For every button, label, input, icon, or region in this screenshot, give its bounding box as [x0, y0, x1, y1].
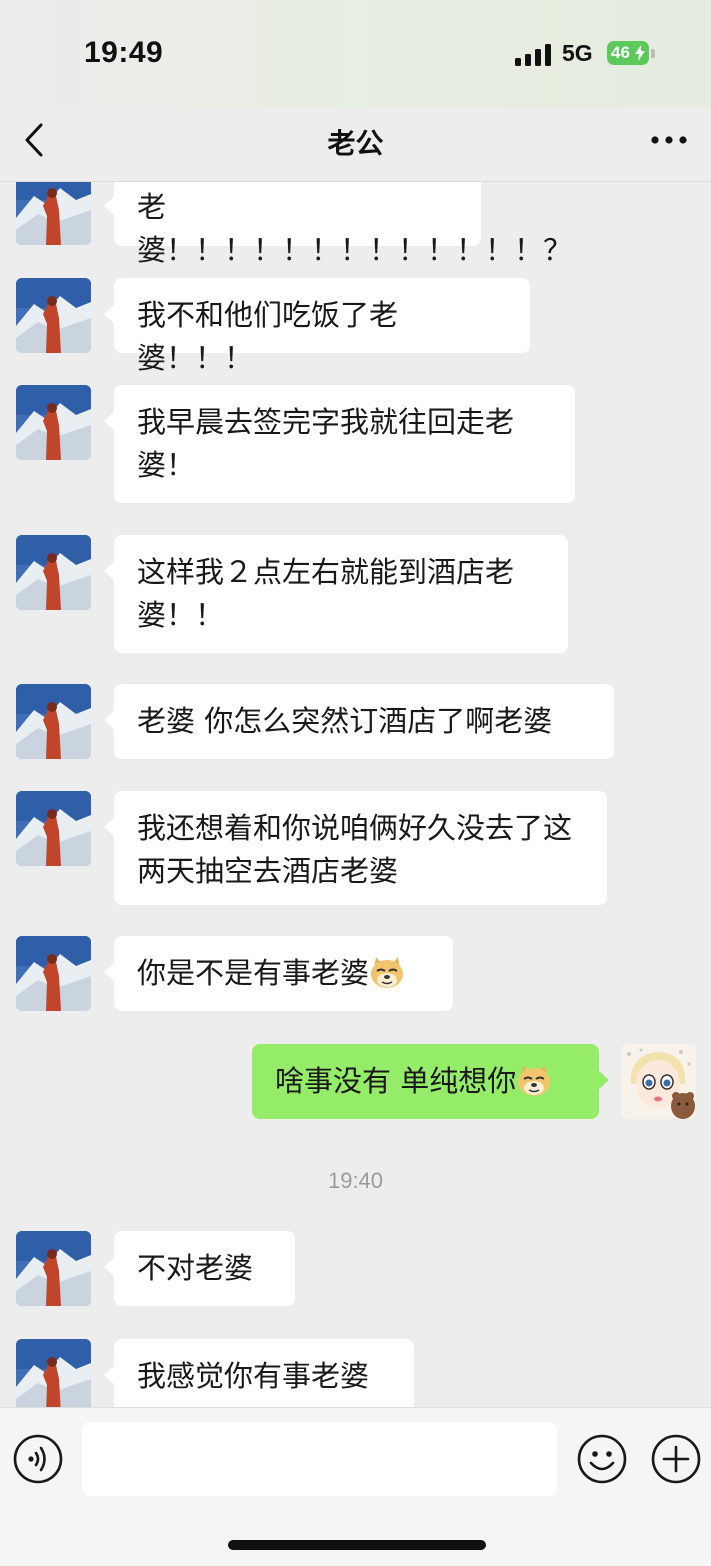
message-text: 啥事没有 单纯想你: [275, 1064, 517, 1098]
message-text: 老婆！！！！！！！！！！！！！？: [137, 190, 573, 267]
status-time: 19:49: [84, 36, 164, 69]
charging-bolt-icon: [635, 45, 645, 61]
battery-level: 46: [611, 43, 630, 62]
message-bubble[interactable]: 这样我２点左右就能到酒店老婆！！: [104, 535, 568, 653]
message-bubble[interactable]: 老婆 你怎么突然订酒店了啊老婆: [104, 684, 614, 759]
message-bubble[interactable]: 我还想着和你说咱俩好久没去了这两天抽空去酒店老婆: [104, 791, 607, 905]
contact-avatar[interactable]: [16, 684, 91, 759]
mountain-avatar-icon: [16, 936, 91, 1011]
own-avatar[interactable]: [621, 1044, 696, 1119]
home-indicator[interactable]: [228, 1540, 486, 1550]
battery-cap: [651, 49, 655, 58]
contact-avatar[interactable]: [16, 1231, 91, 1306]
message-text: 老婆 你怎么突然订酒店了啊老婆: [137, 704, 553, 738]
message-bubble[interactable]: 我不和他们吃饭了老婆！！！: [104, 278, 530, 375]
contact-avatar[interactable]: [16, 278, 91, 353]
mountain-avatar-icon: [16, 1231, 91, 1306]
more-dots-icon[interactable]: [650, 134, 688, 146]
message-text: 我不和他们吃饭了老婆！！！: [137, 298, 399, 375]
message-text: 这样我２点左右就能到酒店老婆！！: [137, 555, 515, 632]
status-bar: 19:49 5G 46: [0, 0, 711, 108]
message-bubble[interactable]: 不对老婆: [104, 1231, 295, 1306]
message-bubble[interactable]: 你是不是有事老婆: [104, 936, 453, 1011]
chat-header: 老公: [0, 108, 711, 182]
contact-avatar[interactable]: [16, 936, 91, 1011]
message-list[interactable]: 老婆！！！！！！！！！！！！！？ 我不和他们吃饭了老婆！！！ 我早晨去签完字我就…: [0, 182, 711, 1407]
message-input[interactable]: [82, 1422, 557, 1496]
contact-avatar[interactable]: [16, 385, 91, 460]
message-bubble[interactable]: 我早晨去签完字我就往回走老婆！: [104, 385, 575, 503]
contact-avatar[interactable]: [16, 182, 91, 245]
mountain-avatar-icon: [16, 684, 91, 759]
signal-icon: [515, 44, 551, 66]
mountain-avatar-icon: [16, 182, 91, 245]
chat-title: 老公: [327, 127, 384, 160]
contact-avatar[interactable]: [16, 791, 91, 866]
message-bubble[interactable]: 我感觉你有事老婆: [104, 1339, 414, 1407]
cartoon-girl-avatar-icon: [621, 1044, 696, 1119]
message-text: 不对老婆: [137, 1251, 254, 1285]
mountain-avatar-icon: [16, 535, 91, 610]
voice-icon[interactable]: [12, 1433, 64, 1485]
smiley-icon[interactable]: [576, 1433, 628, 1485]
message-text: 我早晨去签完字我就往回走老婆！: [137, 405, 515, 482]
message-text: 你是不是有事老婆: [137, 956, 370, 990]
own-message-bubble[interactable]: 啥事没有 单纯想你: [252, 1044, 609, 1119]
contact-avatar[interactable]: [16, 535, 91, 610]
doge-emoji-icon: [518, 1065, 551, 1096]
mountain-avatar-icon: [16, 1339, 91, 1407]
mountain-avatar-icon: [16, 791, 91, 866]
message-text: 我感觉你有事老婆: [137, 1359, 370, 1393]
plus-circle-icon[interactable]: [650, 1433, 702, 1485]
contact-avatar[interactable]: [16, 1339, 91, 1407]
mountain-avatar-icon: [16, 278, 91, 353]
message-bubble[interactable]: 老婆！！！！！！！！！！！！！？: [104, 182, 572, 267]
message-timestamp: 19:40: [327, 1168, 384, 1193]
mountain-avatar-icon: [16, 385, 91, 460]
network-label: 5G: [562, 40, 593, 66]
doge-emoji-icon: [371, 957, 404, 988]
message-text: 我还想着和你说咱俩好久没去了这两天抽空去酒店老婆: [137, 811, 573, 888]
